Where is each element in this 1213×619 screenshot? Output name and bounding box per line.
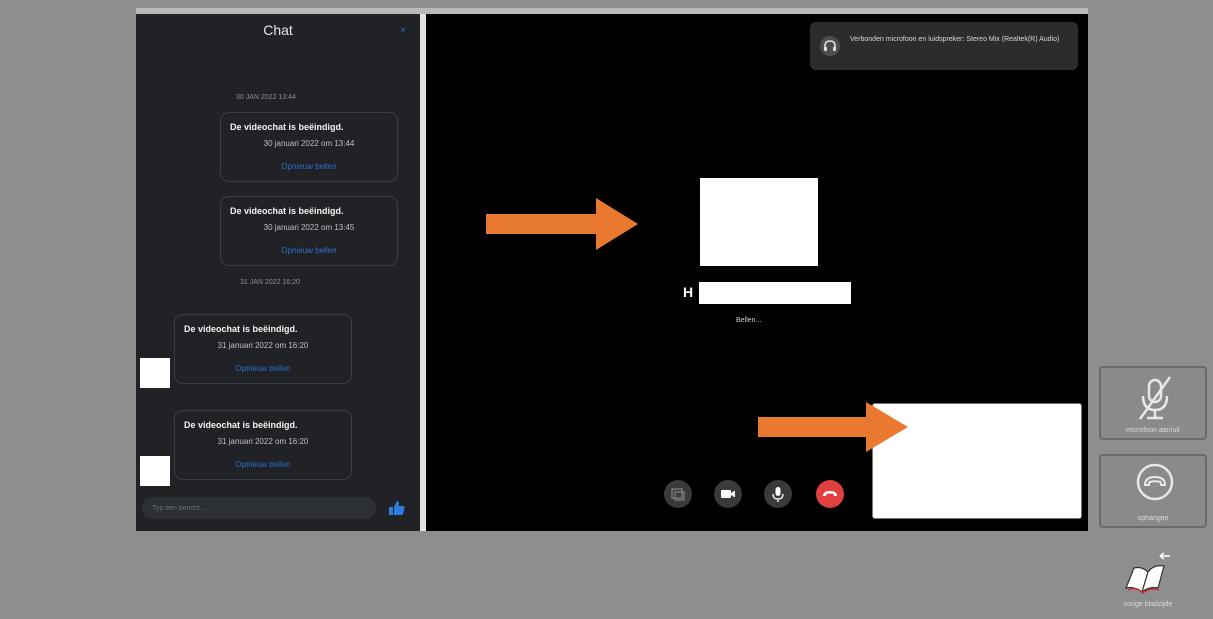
previous-page-button[interactable]: vorige bladzijde [1108,550,1188,612]
chat-title: Chat [263,22,293,38]
hang-up-button[interactable]: ophangen [1099,454,1207,528]
chat-message: De videochat is beëindigd. 31 januari 20… [174,410,352,480]
audio-device-notification: Verbonden microfoon en luidspreker: Ster… [810,22,1078,70]
message-date: 31 januari 2022 om 16:20 [217,437,309,446]
message-date: 31 januari 2022 om 16:20 [217,341,309,350]
mute-toggle-button[interactable]: microfoon aan/uit [1099,366,1207,440]
orange-arrow-caller [486,198,638,250]
chat-panel: Chat × 30 JAN 2022 13:44 De videochat is… [136,14,420,531]
chat-message: De videochat is beëindigd. 30 januari 20… [220,196,398,266]
message-title: De videochat is beëindigd. [184,420,298,430]
hang-up-icon[interactable] [816,480,844,508]
chat-input-container [142,497,376,520]
panel-divider [420,14,426,531]
phone-hangup-icon [1136,463,1174,501]
date-separator: 30 JAN 2022 13:44 [236,94,296,101]
hang-up-button-label: ophangen [1137,515,1169,522]
avatar [140,456,170,486]
previous-page-label: vorige bladzijde [1123,601,1173,608]
message-title: De videochat is beëindigd. [230,122,344,132]
screen-share-icon[interactable] [664,480,692,508]
headphones-icon [820,36,840,56]
close-icon[interactable]: × [400,25,406,36]
call-status: Bellen... [736,317,762,324]
camera-icon[interactable] [714,480,742,508]
chat-message-input[interactable] [142,497,376,520]
call-again-link[interactable]: Opnieuw bellen [221,162,397,171]
open-book-icon [1125,552,1170,595]
message-title: De videochat is beëindigd. [184,324,298,334]
notification-text: Verbonden microfoon en luidspreker: Ster… [850,36,1060,43]
caller-name-redacted [699,282,851,304]
call-again-link[interactable]: Opnieuw bellen [221,246,397,255]
message-date: 30 januari 2022 om 13:44 [263,139,355,148]
date-separator: 31 JAN 2022 16:20 [240,279,300,286]
video-call-window: Chat × 30 JAN 2022 13:44 De videochat is… [136,14,1088,531]
orange-arrow-selfview [758,402,908,452]
microphone-icon[interactable] [764,480,792,508]
message-title: De videochat is beëindigd. [230,206,344,216]
caller-avatar [700,178,818,266]
thumbs-up-icon[interactable] [388,499,406,517]
message-date: 30 januari 2022 om 13:45 [263,223,355,232]
chat-message: De videochat is beëindigd. 30 januari 20… [220,112,398,182]
microphone-off-icon [1138,376,1172,420]
chat-message: De videochat is beëindigd. 31 januari 20… [174,314,352,384]
caller-name-initial: H [683,284,694,300]
call-again-link[interactable]: Opnieuw bellen [175,364,351,373]
avatar [140,358,170,388]
call-again-link[interactable]: Opnieuw bellen [175,460,351,469]
mute-button-label: microfoon aan/uit [1126,427,1180,434]
